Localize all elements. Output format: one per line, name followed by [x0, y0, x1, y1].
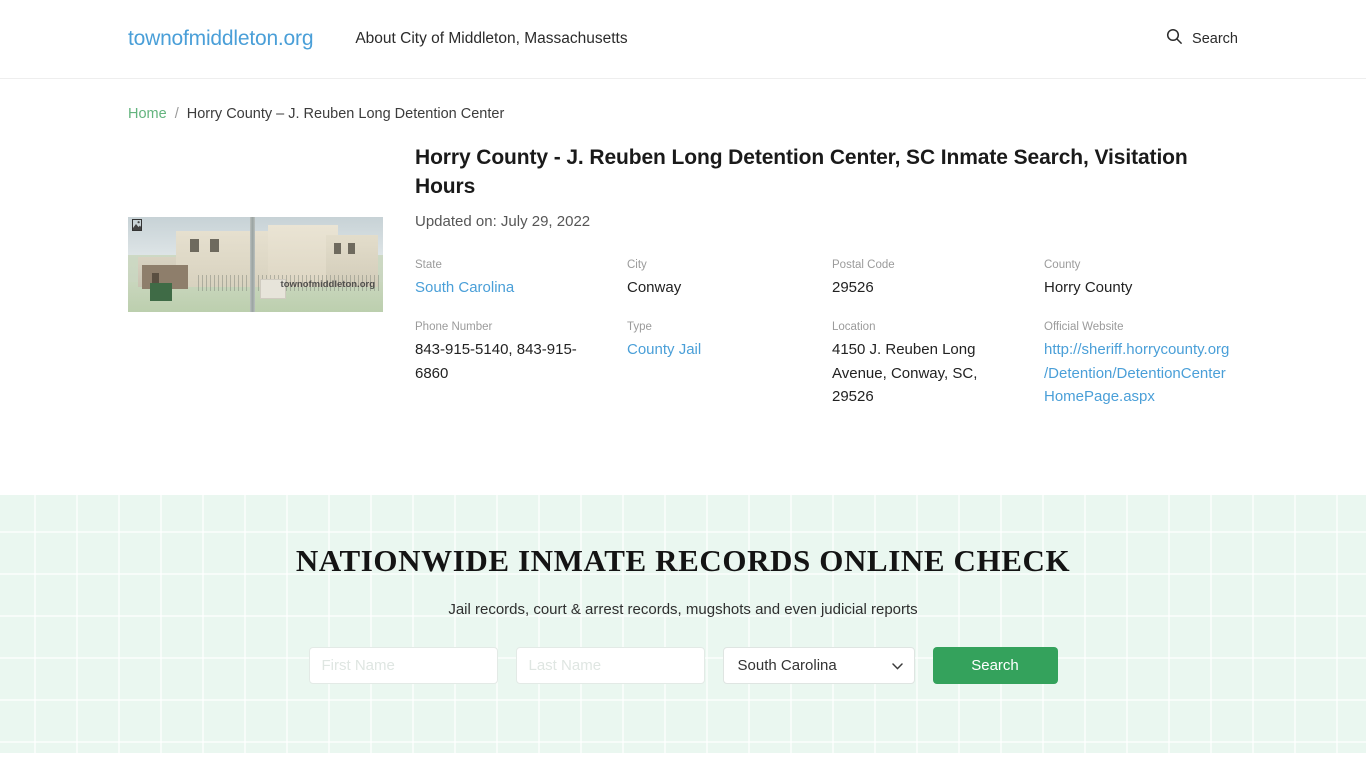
field-value: South Carolina — [415, 276, 627, 300]
breadcrumb: Home / Horry County – J. Reuben Long Det… — [0, 79, 1366, 122]
breadcrumb-separator: / — [174, 106, 179, 122]
state-select[interactable]: South Carolina — [722, 647, 915, 684]
promo-title: Nationwide Inmate Records Online Check — [295, 543, 1071, 578]
field-city: City Conway — [627, 257, 832, 299]
search-label: Search — [1192, 31, 1238, 47]
inmate-records-promo: Nationwide Inmate Records Online Check J… — [0, 495, 1366, 753]
field-phone-number: Phone Number 843-915-5140, 843-915-6860 — [415, 319, 627, 409]
field-value: Conway — [627, 278, 682, 296]
field-label: City — [627, 258, 647, 271]
field-value: 29526 — [832, 278, 874, 296]
site-header: townofmiddleton.org About City of Middle… — [0, 0, 1366, 79]
photo-watermark: townofmiddleton.org — [280, 279, 375, 290]
facility-info-column: Horry County - J. Reuben Long Detention … — [415, 144, 1238, 409]
field-postal-code: Postal Code 29526 — [832, 257, 1044, 299]
field-value: http://sheriff.horrycounty.org/Detention… — [1044, 338, 1230, 409]
photo-window — [334, 243, 341, 254]
type-link[interactable]: County Jail — [627, 341, 701, 358]
field-state: State South Carolina — [415, 257, 627, 299]
field-value: Horry County — [1044, 278, 1133, 296]
state-link[interactable]: South Carolina — [415, 279, 514, 296]
header-actions: Search — [1166, 28, 1238, 50]
photo-pole — [250, 217, 255, 312]
field-label: Type — [627, 321, 652, 334]
photo-window — [210, 239, 219, 252]
breadcrumb-current: Horry County – J. Reuben Long Detention … — [186, 106, 505, 122]
field-label: Postal Code — [832, 258, 895, 271]
photo-dumpster — [150, 283, 172, 301]
inmate-search-submit-button[interactable]: Search — [932, 647, 1058, 684]
search-icon — [1166, 28, 1183, 50]
facility-fields: State South Carolina City Conway Postal … — [415, 257, 1238, 409]
page-title: Horry County - J. Reuben Long Detention … — [415, 146, 1188, 198]
article-main: townofmiddleton.org Horry County - J. Re… — [0, 122, 1366, 409]
search-toggle-button[interactable]: Search — [1166, 28, 1238, 50]
broken-image-icon — [132, 219, 142, 231]
inmate-search-form: South Carolina Search — [0, 647, 1366, 684]
breadcrumb-home[interactable]: Home — [128, 106, 167, 122]
field-county: County Horry County — [1044, 257, 1234, 299]
field-label: Location — [832, 321, 876, 334]
photo-window — [190, 239, 199, 252]
updated-date: Updated on: July 29, 2022 — [415, 212, 591, 230]
field-type: Type County Jail — [627, 319, 832, 409]
field-label: Phone Number — [415, 321, 493, 334]
facility-photo-column: townofmiddleton.org — [128, 144, 390, 409]
field-label: County — [1044, 258, 1081, 271]
field-label: State — [415, 258, 442, 271]
photo-window — [348, 243, 355, 254]
field-label: Official Website — [1044, 321, 1124, 334]
field-value: 4150 J. Reuben Long Avenue, Conway, SC, … — [832, 340, 978, 406]
nav-item-about[interactable]: About City of Middleton, Massachusetts — [355, 30, 627, 48]
field-location: Location 4150 J. Reuben Long Avenue, Con… — [832, 319, 1044, 409]
field-official-website: Official Website http://sheriff.horrycou… — [1044, 319, 1234, 409]
facility-photo: townofmiddleton.org — [128, 217, 383, 312]
official-website-link[interactable]: http://sheriff.horrycounty.org/Detention… — [1044, 341, 1229, 405]
primary-nav: About City of Middleton, Massachusetts — [355, 30, 627, 48]
state-select-wrapper: South Carolina — [722, 647, 915, 684]
site-logo[interactable]: townofmiddleton.org — [128, 27, 314, 51]
field-value: 843-915-5140, 843-915-6860 — [415, 340, 577, 382]
promo-subtitle: Jail records, court & arrest records, mu… — [448, 601, 918, 618]
field-value: County Jail — [627, 338, 832, 362]
first-name-input[interactable] — [308, 647, 498, 684]
last-name-input[interactable] — [515, 647, 705, 684]
